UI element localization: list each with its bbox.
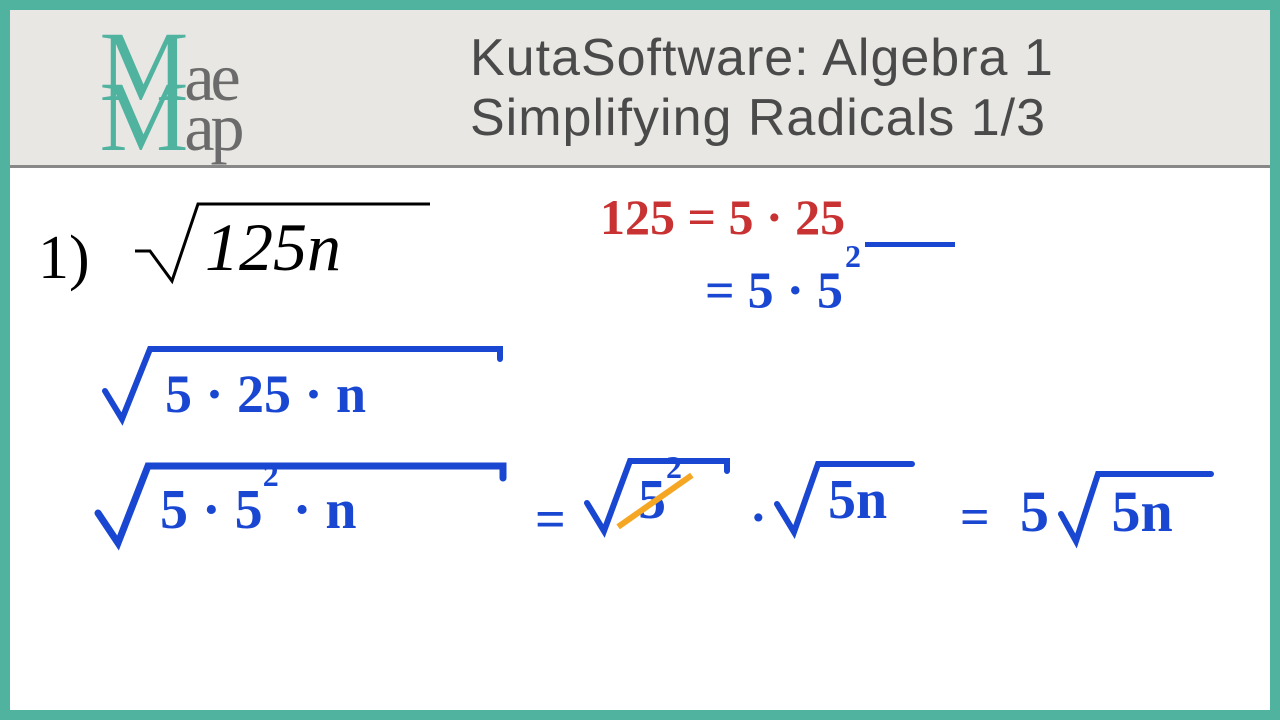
title-line-2: Simplifying Radicals 1/3 bbox=[470, 88, 1270, 148]
radicand-var: n bbox=[307, 209, 341, 285]
rewrite-step-1: 5 · 25 · n bbox=[110, 363, 311, 425]
step1a-text: 5 · 25 · n bbox=[165, 364, 366, 424]
final-coeff: 5 bbox=[1020, 479, 1049, 544]
step1b-tail: · n bbox=[279, 479, 357, 541]
equals-1: = bbox=[535, 488, 566, 550]
step1b-exp: 2 bbox=[263, 457, 279, 493]
app-frame: M ae M ap KutaSoftware: Algebra 1 Simpli… bbox=[0, 0, 1280, 720]
factor-step-red: 125 = 5 · 25 bbox=[600, 188, 845, 246]
page-title: KutaSoftware: Algebra 1 Simplifying Radi… bbox=[310, 28, 1270, 148]
final-answer: 5 5n bbox=[1020, 478, 1125, 545]
blue-exp: 2 bbox=[845, 238, 861, 274]
equals-2: = bbox=[960, 488, 990, 547]
middle-dot: · bbox=[750, 488, 767, 546]
rewrite-step-2: 5 · 52 · n bbox=[105, 478, 302, 542]
sqrt-5n: 5n bbox=[780, 468, 839, 532]
blue-eq-text: = 5 · 5 bbox=[705, 262, 843, 319]
sqrt5n-text: 5n bbox=[828, 469, 887, 531]
logo-ap: ap bbox=[184, 99, 240, 157]
header-bar: M ae M ap KutaSoftware: Algebra 1 Simpli… bbox=[10, 10, 1270, 168]
problem-number: 1) bbox=[38, 223, 90, 294]
underline-25 bbox=[865, 242, 955, 247]
brand-logo: M ae M ap bbox=[10, 9, 310, 167]
title-line-1: KutaSoftware: Algebra 1 bbox=[470, 28, 1270, 88]
radicand-num: 125 bbox=[205, 209, 307, 285]
final-radicand: 5n bbox=[1112, 479, 1173, 544]
step1b-text: 5 · 5 bbox=[160, 479, 263, 541]
problem-expression: 125n bbox=[130, 196, 450, 313]
logo-m2: M bbox=[99, 77, 184, 157]
whiteboard: 1) 125n 125 = 5 · 25 = 5 · 52 5 · 25 · n bbox=[10, 168, 1270, 710]
factor-step-blue: = 5 · 52 bbox=[705, 260, 859, 320]
